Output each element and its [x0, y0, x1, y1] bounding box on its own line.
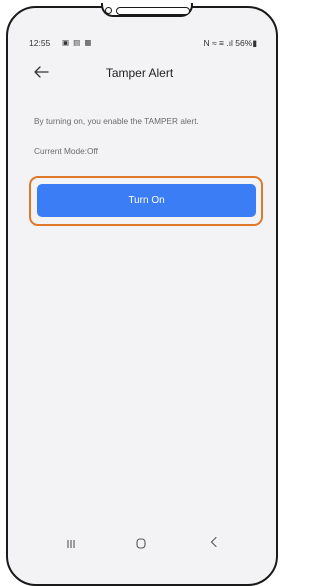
status-right-icons: N ≈ ≡ .ıl 56%▮: [203, 38, 257, 48]
phone-frame: [6, 6, 278, 586]
status-time: 12:55: [29, 38, 51, 48]
recent-apps-icon[interactable]: [66, 536, 76, 548]
status-bar: 12:55 ▣ ▤ ▦ N ≈ ≡ .ıl 56%▮: [29, 38, 257, 50]
speaker-grille: [116, 7, 190, 15]
current-mode-text: Current Mode:Off: [34, 146, 98, 156]
page-title: Tamper Alert: [105, 66, 174, 80]
turn-on-button[interactable]: Turn On: [37, 184, 256, 217]
system-navigation-bar: [22, 528, 262, 562]
camera-lens-icon: [105, 7, 112, 14]
description-text: By turning on, you enable the TAMPER ale…: [34, 116, 199, 126]
app-header: Tamper Alert: [22, 60, 257, 88]
home-icon[interactable]: [136, 536, 146, 549]
status-notification-icons: ▣ ▤ ▦: [62, 38, 93, 47]
back-icon[interactable]: [209, 535, 219, 548]
